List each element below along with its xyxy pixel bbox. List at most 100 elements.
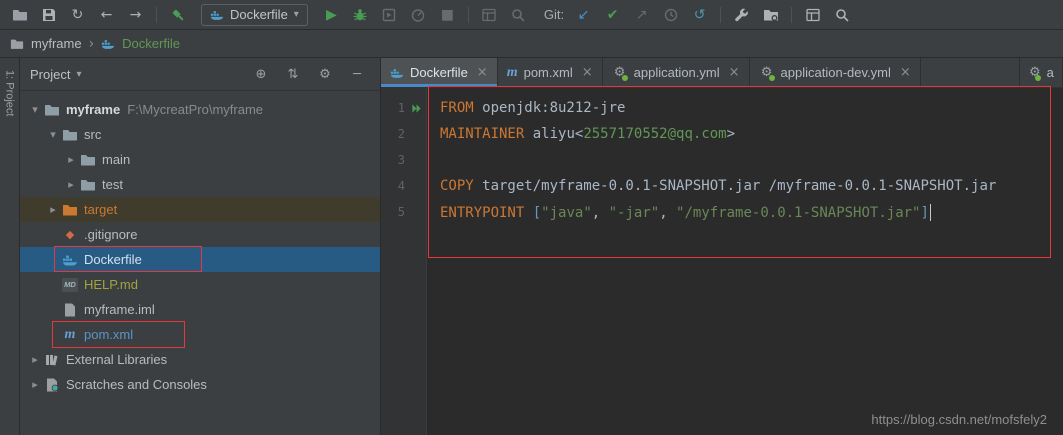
line-number: 1 xyxy=(381,101,405,115)
code-line[interactable]: 2 MAINTAINER aliyu<2557170552@qq.com> xyxy=(381,121,1063,147)
project-panel-title[interactable]: Project xyxy=(30,67,70,82)
tree-item-helpmd[interactable]: MD HELP.md xyxy=(20,272,380,297)
tree-item-external-libraries[interactable]: ▸ External Libraries xyxy=(20,347,380,372)
tab-application-yml[interactable]: ⚙ application.yml × xyxy=(603,58,750,87)
main-area: 1: Project Project ▾ ⊕ ⇅ ⚙ ─ ▾ myframe F… xyxy=(0,58,1063,435)
folder-icon xyxy=(80,177,96,193)
layout-icon[interactable] xyxy=(799,3,826,27)
git-push-icon[interactable]: ↗ xyxy=(628,3,655,27)
docker-icon xyxy=(210,8,224,22)
sync-icon[interactable]: ↻ xyxy=(64,3,91,27)
folder-icon xyxy=(10,37,24,51)
file-icon xyxy=(62,302,78,318)
code-token: openjdk:8u212-jre xyxy=(474,100,626,116)
chevron-right-icon: › xyxy=(89,36,95,52)
coverage-icon[interactable] xyxy=(376,3,403,27)
settings-folder-icon[interactable] xyxy=(757,3,784,27)
tree-item-target[interactable]: ▸ target xyxy=(20,197,380,222)
wrench-icon[interactable] xyxy=(728,3,755,27)
tree-item-gitignore[interactable]: ◆ .gitignore xyxy=(20,222,380,247)
run-gutter-icon[interactable] xyxy=(405,103,427,114)
back-icon[interactable]: ← xyxy=(93,3,120,27)
tree-toggle-icon[interactable]: ▸ xyxy=(64,153,78,166)
project-tree: ▾ myframe F:\MycreatPro\myframe ▾ src ▸ … xyxy=(20,91,380,397)
code-token: target/myframe-0.0.1-SNAPSHOT.jar /myfra… xyxy=(474,178,997,194)
breadcrumb-file[interactable]: Dockerfile xyxy=(122,36,180,51)
tab-pomxml[interactable]: m pom.xml × xyxy=(498,58,603,87)
code-token: , xyxy=(659,205,676,221)
code-token: aliyu< xyxy=(524,126,583,142)
locate-file-icon[interactable]: ⊕ xyxy=(248,67,274,82)
caret-down-icon[interactable]: ▾ xyxy=(76,69,81,80)
stop-icon[interactable]: ■ xyxy=(434,3,461,27)
editor-tab-bar: Dockerfile × m pom.xml × ⚙ application.y… xyxy=(381,58,1063,88)
tree-toggle-icon[interactable]: ▾ xyxy=(46,128,60,141)
forward-icon[interactable]: → xyxy=(122,3,149,27)
hide-panel-icon[interactable]: ─ xyxy=(344,67,370,82)
toolbar-separator xyxy=(791,7,792,23)
open-icon[interactable] xyxy=(6,3,33,27)
code-line[interactable]: 4 COPY target/myframe-0.0.1-SNAPSHOT.jar… xyxy=(381,173,1063,199)
misc-tool-icon-1[interactable] xyxy=(476,3,503,27)
misc-tool-icon-2[interactable] xyxy=(505,3,532,27)
docker-icon xyxy=(101,37,115,51)
tree-item-pomxml[interactable]: m pom.xml xyxy=(20,322,380,347)
code-line[interactable]: 1 FROM openjdk:8u212-jre xyxy=(381,95,1063,121)
excluded-folder-icon xyxy=(62,202,78,218)
folder-icon xyxy=(62,127,78,143)
git-rollback-icon[interactable]: ↺ xyxy=(686,3,713,27)
tree-toggle-icon[interactable]: ▸ xyxy=(28,378,42,391)
profiler-icon[interactable] xyxy=(405,3,432,27)
code-token: , xyxy=(592,205,609,221)
tree-item-test[interactable]: ▸ test xyxy=(20,172,380,197)
code-token: 2557170552@qq.com xyxy=(583,126,726,142)
code-line[interactable]: 5 ENTRYPOINT ["java", "-jar", "/myframe-… xyxy=(381,199,1063,225)
close-icon[interactable]: × xyxy=(900,65,911,80)
code-token: "java" xyxy=(541,205,592,221)
collapse-all-icon[interactable]: ⇅ xyxy=(280,67,306,82)
line-number: 5 xyxy=(381,205,405,219)
navigation-bar: myframe › Dockerfile xyxy=(0,30,1063,58)
toolbar-separator xyxy=(720,7,721,23)
docker-icon xyxy=(62,252,78,268)
code-token: > xyxy=(727,126,735,142)
editor-area: Dockerfile × m pom.xml × ⚙ application.y… xyxy=(381,58,1063,435)
tree-toggle-icon[interactable]: ▾ xyxy=(28,103,42,116)
spring-config-icon: ⚙ xyxy=(612,65,628,81)
text-cursor xyxy=(930,204,932,221)
settings-gear-icon[interactable]: ⚙ xyxy=(312,67,338,82)
tree-item-iml[interactable]: myframe.iml xyxy=(20,297,380,322)
close-icon[interactable]: × xyxy=(729,65,740,80)
save-all-icon[interactable] xyxy=(35,3,62,27)
code-text: COPY target/myframe-0.0.1-SNAPSHOT.jar /… xyxy=(427,178,996,194)
docker-icon xyxy=(390,66,404,80)
close-icon[interactable]: × xyxy=(582,65,593,80)
tree-toggle-icon[interactable]: ▸ xyxy=(28,353,42,366)
watermark: https://blog.csdn.net/mofsfely2 xyxy=(871,412,1047,427)
tab-dockerfile[interactable]: Dockerfile × xyxy=(381,58,498,87)
search-icon[interactable] xyxy=(828,3,855,27)
git-history-icon[interactable] xyxy=(657,3,684,27)
tree-item-myframe[interactable]: ▾ myframe F:\MycreatPro\myframe xyxy=(20,97,380,122)
tree-item-main[interactable]: ▸ main xyxy=(20,147,380,172)
tab-partial[interactable]: ⚙ a xyxy=(1019,58,1063,87)
tree-item-src[interactable]: ▾ src xyxy=(20,122,380,147)
debug-icon[interactable] xyxy=(347,3,374,27)
build-hammer-icon[interactable] xyxy=(164,3,191,27)
code-token: "/myframe-0.0.1-SNAPSHOT.jar" xyxy=(676,205,920,221)
tree-toggle-icon[interactable]: ▸ xyxy=(46,203,60,216)
code-line[interactable]: 3 xyxy=(381,147,1063,173)
close-icon[interactable]: × xyxy=(477,65,488,80)
tree-item-scratches[interactable]: ▸ Scratches and Consoles xyxy=(20,372,380,397)
line-number: 2 xyxy=(381,127,405,141)
git-commit-icon[interactable]: ✔ xyxy=(599,3,626,27)
tree-toggle-icon[interactable]: ▸ xyxy=(64,178,78,191)
run-config-selector[interactable]: Dockerfile ▾ xyxy=(201,4,308,26)
tree-item-dockerfile[interactable]: Dockerfile xyxy=(20,247,380,272)
run-icon[interactable]: ▶ xyxy=(318,3,345,27)
project-stripe-button[interactable]: 1: Project xyxy=(4,70,16,435)
code-editor[interactable]: 1 FROM openjdk:8u212-jre 2 MAINTAINER al… xyxy=(381,88,1063,435)
tab-application-dev-yml[interactable]: ⚙ application-dev.yml × xyxy=(750,58,921,87)
breadcrumb-project[interactable]: myframe xyxy=(31,36,82,51)
git-update-icon[interactable]: ↙ xyxy=(570,3,597,27)
